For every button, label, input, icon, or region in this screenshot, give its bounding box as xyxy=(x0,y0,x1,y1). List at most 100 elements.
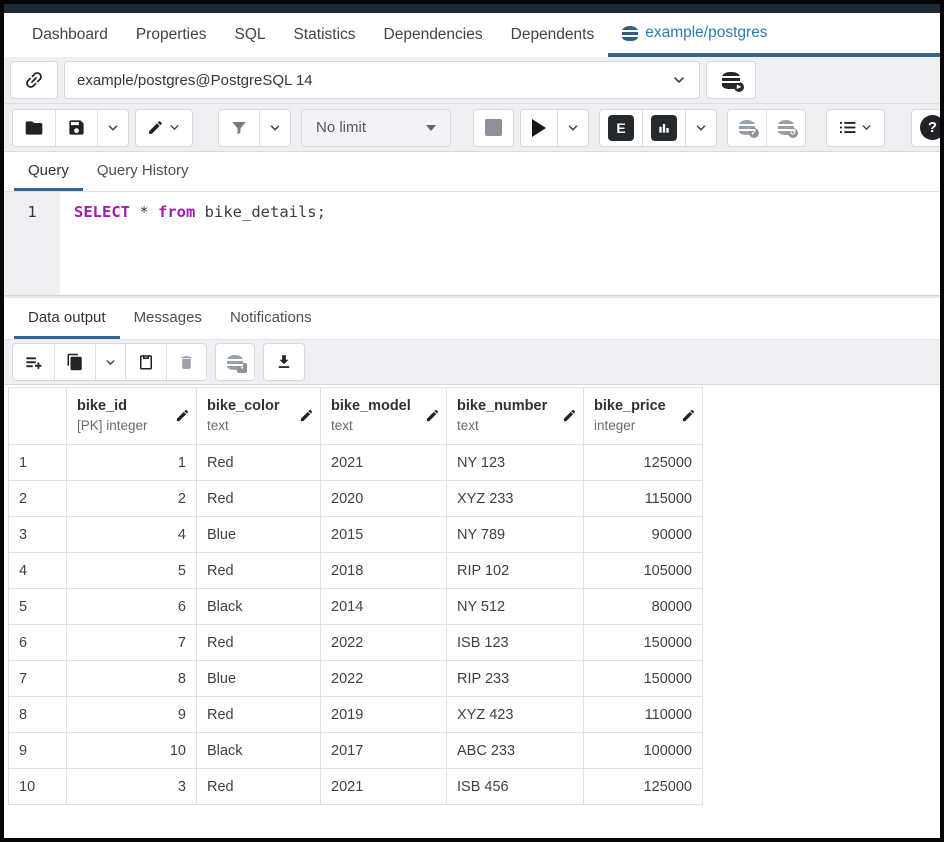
cell-bike-id[interactable]: 1 xyxy=(66,444,197,481)
save-menu-button[interactable] xyxy=(97,109,128,146)
help-button[interactable]: ? xyxy=(912,109,940,146)
cell-bike-model[interactable]: 2015 xyxy=(320,516,447,553)
cell-bike-model[interactable]: 2021 xyxy=(320,444,447,481)
connection-status-button[interactable] xyxy=(10,61,58,99)
row-number[interactable]: 1 xyxy=(8,444,67,481)
cell-bike-color[interactable]: Black xyxy=(196,732,321,769)
cell-bike-color[interactable]: Red xyxy=(196,552,321,589)
cell-bike-color[interactable]: Red xyxy=(196,444,321,481)
connection-selector[interactable]: example/postgres@PostgreSQL 14 xyxy=(64,61,700,99)
cell-bike-id[interactable]: 5 xyxy=(66,552,197,589)
column-header-bike-id[interactable]: bike_id [PK] integer xyxy=(66,387,197,445)
row-number[interactable]: 6 xyxy=(8,624,67,661)
edit-column-icon[interactable] xyxy=(562,408,577,423)
cell-bike-color[interactable]: Red xyxy=(196,696,321,733)
cell-bike-price[interactable]: 150000 xyxy=(583,624,703,661)
tab-query-history[interactable]: Query History xyxy=(83,152,203,191)
cell-bike-number[interactable]: NY 512 xyxy=(446,588,584,625)
cell-bike-color[interactable]: Blue xyxy=(196,660,321,697)
cell-bike-price[interactable]: 125000 xyxy=(583,768,703,805)
cell-bike-price[interactable]: 110000 xyxy=(583,696,703,733)
cell-bike-color[interactable]: Red xyxy=(196,624,321,661)
edit-column-icon[interactable] xyxy=(425,408,440,423)
explain-analyze-button[interactable] xyxy=(642,109,685,146)
cell-bike-price[interactable]: 125000 xyxy=(583,444,703,481)
execute-menu-button[interactable] xyxy=(557,109,588,146)
new-connection-button[interactable]: ▸ xyxy=(706,61,756,99)
sql-editor[interactable]: 1 SELECT * from bike_details; xyxy=(4,192,940,295)
select-all-corner-cell[interactable] xyxy=(8,387,67,445)
tab-notifications[interactable]: Notifications xyxy=(216,298,326,339)
tab-dependents[interactable]: Dependents xyxy=(497,13,609,57)
column-header-bike-color[interactable]: bike_color text xyxy=(196,387,321,445)
add-row-button[interactable] xyxy=(13,344,54,380)
edit-column-icon[interactable] xyxy=(299,408,314,423)
cell-bike-id[interactable]: 8 xyxy=(66,660,197,697)
row-number[interactable]: 8 xyxy=(8,696,67,733)
cell-bike-number[interactable]: RIP 102 xyxy=(446,552,584,589)
cell-bike-model[interactable]: 2018 xyxy=(320,552,447,589)
macros-button[interactable] xyxy=(827,109,884,146)
cell-bike-price[interactable]: 80000 xyxy=(583,588,703,625)
row-number[interactable]: 2 xyxy=(8,480,67,517)
cell-bike-price[interactable]: 150000 xyxy=(583,660,703,697)
row-limit-select[interactable]: No limit xyxy=(301,108,451,147)
explain-button[interactable]: E xyxy=(600,109,642,146)
row-number[interactable]: 5 xyxy=(8,588,67,625)
download-button[interactable] xyxy=(264,344,304,380)
cell-bike-model[interactable]: 2020 xyxy=(320,480,447,517)
paste-button[interactable] xyxy=(125,344,166,380)
cell-bike-color[interactable]: Red xyxy=(196,480,321,517)
tab-statistics[interactable]: Statistics xyxy=(280,13,370,57)
cell-bike-id[interactable]: 4 xyxy=(66,516,197,553)
column-header-bike-model[interactable]: bike_model text xyxy=(320,387,447,445)
open-file-button[interactable] xyxy=(13,109,55,146)
cell-bike-price[interactable]: 105000 xyxy=(583,552,703,589)
cell-bike-number[interactable]: RIP 233 xyxy=(446,660,584,697)
edit-button[interactable] xyxy=(136,109,192,146)
column-header-bike-number[interactable]: bike_number text xyxy=(446,387,584,445)
explain-menu-button[interactable] xyxy=(685,109,716,146)
cell-bike-number[interactable]: XYZ 423 xyxy=(446,696,584,733)
tab-properties[interactable]: Properties xyxy=(122,13,221,57)
tab-dependencies[interactable]: Dependencies xyxy=(370,13,497,57)
tab-messages[interactable]: Messages xyxy=(120,298,216,339)
row-number[interactable]: 10 xyxy=(8,768,67,805)
cell-bike-id[interactable]: 2 xyxy=(66,480,197,517)
row-number[interactable]: 7 xyxy=(8,660,67,697)
tab-query-tool-active[interactable]: example/postgres xyxy=(608,13,940,57)
cell-bike-price[interactable]: 115000 xyxy=(583,480,703,517)
filter-button[interactable] xyxy=(219,109,259,146)
row-number[interactable]: 3 xyxy=(8,516,67,553)
edit-column-icon[interactable] xyxy=(175,408,190,423)
cell-bike-number[interactable]: ISB 123 xyxy=(446,624,584,661)
tab-query[interactable]: Query xyxy=(14,152,83,191)
cell-bike-price[interactable]: 90000 xyxy=(583,516,703,553)
tab-data-output[interactable]: Data output xyxy=(14,298,120,339)
cell-bike-id[interactable]: 3 xyxy=(66,768,197,805)
copy-menu-button[interactable] xyxy=(95,344,125,380)
row-number[interactable]: 4 xyxy=(8,552,67,589)
cell-bike-number[interactable]: NY 123 xyxy=(446,444,584,481)
cell-bike-number[interactable]: XYZ 233 xyxy=(446,480,584,517)
edit-column-icon[interactable] xyxy=(681,408,696,423)
filter-menu-button[interactable] xyxy=(259,109,290,146)
cell-bike-color[interactable]: Red xyxy=(196,768,321,805)
cell-bike-id[interactable]: 9 xyxy=(66,696,197,733)
cell-bike-model[interactable]: 2022 xyxy=(320,660,447,697)
delete-row-button[interactable] xyxy=(166,344,206,380)
save-button[interactable] xyxy=(55,109,97,146)
commit-button[interactable]: ✓ xyxy=(728,109,766,146)
cell-bike-number[interactable]: NY 789 xyxy=(446,516,584,553)
cell-bike-id[interactable]: 7 xyxy=(66,624,197,661)
column-header-bike-price[interactable]: bike_price integer xyxy=(583,387,703,445)
cell-bike-color[interactable]: Blue xyxy=(196,516,321,553)
cell-bike-color[interactable]: Black xyxy=(196,588,321,625)
rollback-button[interactable]: ↺ xyxy=(766,109,805,146)
copy-button[interactable] xyxy=(54,344,95,380)
cell-bike-model[interactable]: 2017 xyxy=(320,732,447,769)
cell-bike-model[interactable]: 2014 xyxy=(320,588,447,625)
cell-bike-model[interactable]: 2021 xyxy=(320,768,447,805)
save-data-button[interactable]: ▪ xyxy=(216,344,254,380)
stop-button[interactable] xyxy=(474,109,513,146)
